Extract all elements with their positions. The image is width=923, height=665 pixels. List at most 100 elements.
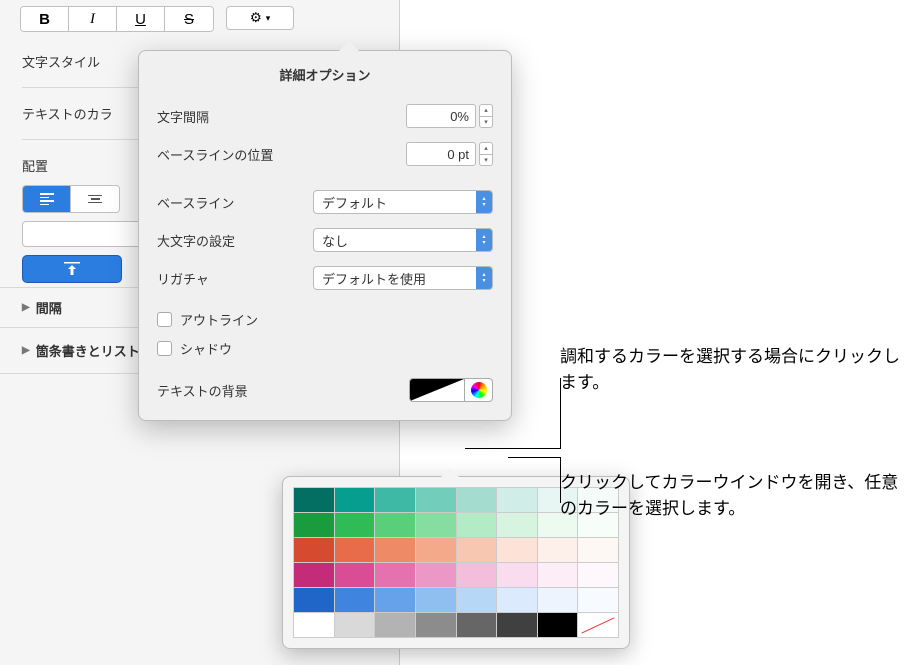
color-swatch[interactable]: [375, 588, 415, 612]
color-swatch[interactable]: [457, 588, 497, 612]
advanced-options-button[interactable]: ⚙ ▾: [226, 6, 294, 30]
disclosure-triangle-icon: ▶: [22, 345, 30, 356]
color-swatch[interactable]: [294, 563, 334, 587]
color-swatch[interactable]: [578, 538, 618, 562]
ligatures-select[interactable]: デフォルトを使用 ▴▾: [313, 266, 493, 290]
char-spacing-label: 文字間隔: [157, 107, 406, 126]
baseline-select[interactable]: デフォルト ▴▾: [313, 190, 493, 214]
color-swatch-none[interactable]: [578, 613, 618, 637]
shadow-checkbox[interactable]: [157, 341, 172, 356]
color-swatch[interactable]: [416, 563, 456, 587]
outline-label: アウトライン: [180, 310, 258, 329]
char-spacing-stepper[interactable]: ▴▾: [479, 104, 493, 128]
underline-button[interactable]: U: [117, 7, 165, 31]
align-left-button[interactable]: [23, 186, 71, 212]
color-swatch[interactable]: [294, 613, 334, 637]
align-top-button[interactable]: [22, 255, 122, 283]
color-swatch[interactable]: [335, 538, 375, 562]
text-background-label: テキストの背景: [157, 381, 409, 400]
color-swatch[interactable]: [457, 538, 497, 562]
color-swatch[interactable]: [497, 613, 537, 637]
color-swatch[interactable]: [294, 588, 334, 612]
color-swatch[interactable]: [538, 613, 578, 637]
color-swatch[interactable]: [335, 563, 375, 587]
color-swatch[interactable]: [497, 563, 537, 587]
color-swatch[interactable]: [457, 488, 497, 512]
baseline-row: ベースライン デフォルト ▴▾: [157, 190, 493, 214]
chevron-down-icon: ▾: [266, 13, 271, 24]
disclosure-triangle-icon: ▶: [22, 302, 30, 313]
baseline-shift-stepper[interactable]: ▴▾: [479, 142, 493, 166]
color-swatch[interactable]: [416, 488, 456, 512]
color-wheel-icon: [471, 382, 487, 398]
char-spacing-row: 文字間隔 0% ▴▾: [157, 104, 493, 128]
gear-icon: ⚙: [250, 10, 262, 26]
color-swatch[interactable]: [416, 588, 456, 612]
color-swatch[interactable]: [335, 613, 375, 637]
color-swatch[interactable]: [538, 588, 578, 612]
color-swatch[interactable]: [538, 538, 578, 562]
color-swatch[interactable]: [457, 613, 497, 637]
horizontal-align-group: [22, 185, 120, 213]
text-background-row: テキストの背景: [157, 378, 493, 402]
shadow-row: シャドウ: [157, 339, 493, 358]
baseline-shift-input[interactable]: 0 pt: [406, 142, 476, 166]
baseline-value: デフォルト: [322, 193, 387, 212]
color-swatch[interactable]: [416, 538, 456, 562]
spacing-label: 間隔: [36, 298, 62, 317]
color-swatch[interactable]: [294, 513, 334, 537]
callout-text-2: クリックしてカラーウインドウを開き、任意のカラーを選択します。: [560, 470, 900, 521]
color-swatch[interactable]: [375, 513, 415, 537]
outline-checkbox[interactable]: [157, 312, 172, 327]
select-arrows-icon: ▴▾: [476, 229, 492, 251]
color-swatch[interactable]: [578, 563, 618, 587]
color-swatch[interactable]: [416, 513, 456, 537]
color-swatch[interactable]: [375, 613, 415, 637]
advanced-options-popover: 詳細オプション 文字間隔 0% ▴▾ ベースラインの位置 0 pt ▴▾ ベース…: [138, 50, 512, 421]
callout-line: [465, 448, 561, 449]
color-swatch[interactable]: [457, 563, 497, 587]
color-swatch[interactable]: [497, 538, 537, 562]
capitalization-row: 大文字の設定 なし ▴▾: [157, 228, 493, 252]
color-swatch[interactable]: [335, 513, 375, 537]
align-center-button[interactable]: [71, 186, 119, 212]
capitalization-label: 大文字の設定: [157, 231, 313, 250]
color-swatch[interactable]: [457, 513, 497, 537]
baseline-shift-label: ベースラインの位置: [157, 145, 406, 164]
color-swatch[interactable]: [497, 513, 537, 537]
color-swatch[interactable]: [497, 488, 537, 512]
color-swatch[interactable]: [375, 488, 415, 512]
color-swatch-icon: [410, 379, 464, 401]
select-arrows-icon: ▴▾: [476, 191, 492, 213]
ligatures-label: リガチャ: [157, 269, 313, 288]
color-swatch[interactable]: [375, 563, 415, 587]
color-swatch[interactable]: [416, 613, 456, 637]
select-arrows-icon: ▴▾: [476, 267, 492, 289]
text-format-toolbar: B I U S ⚙ ▾: [0, 6, 399, 32]
color-swatch[interactable]: [335, 588, 375, 612]
color-swatch[interactable]: [294, 538, 334, 562]
outline-row: アウトライン: [157, 310, 493, 329]
bold-button[interactable]: B: [21, 7, 69, 31]
color-swatch[interactable]: [335, 488, 375, 512]
baseline-label: ベースライン: [157, 193, 313, 212]
strikethrough-button[interactable]: S: [165, 7, 213, 31]
capitalization-value: なし: [322, 231, 348, 250]
ligatures-value: デフォルトを使用: [322, 269, 426, 288]
capitalization-select[interactable]: なし ▴▾: [313, 228, 493, 252]
align-top-icon: [64, 262, 80, 276]
popover-title: 詳細オプション: [157, 65, 493, 84]
color-wheel-button[interactable]: [465, 378, 493, 402]
callout-line: [508, 457, 560, 458]
char-spacing-input[interactable]: 0%: [406, 104, 476, 128]
bullets-label: 箇条書きとリスト: [36, 341, 140, 360]
color-swatch[interactable]: [497, 588, 537, 612]
color-swatch[interactable]: [294, 488, 334, 512]
color-well-button[interactable]: [409, 378, 465, 402]
align-left-icon: [40, 193, 54, 205]
color-swatch[interactable]: [578, 588, 618, 612]
callout-text-1: 調和するカラーを選択する場合にクリックします。: [560, 344, 900, 395]
color-swatch[interactable]: [375, 538, 415, 562]
italic-button[interactable]: I: [69, 7, 117, 31]
color-swatch[interactable]: [538, 563, 578, 587]
